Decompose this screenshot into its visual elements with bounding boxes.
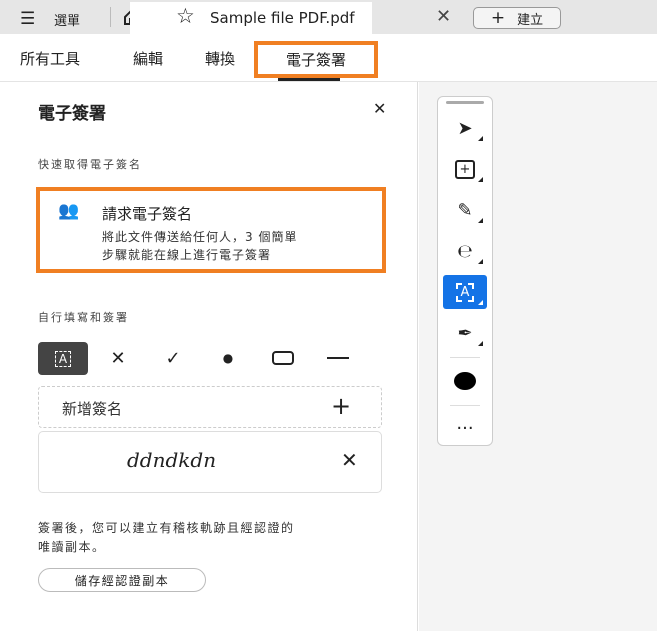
- request-desc-1: 將此文件傳送給任何人，3 個簡單: [102, 230, 298, 244]
- add-comment-icon: +: [454, 159, 476, 179]
- plus-icon: +: [331, 392, 352, 420]
- dot-tool[interactable]: ●: [205, 342, 251, 374]
- create-button[interactable]: + 建立: [473, 7, 561, 29]
- document-title: Sample file PDF.pdf: [210, 9, 355, 27]
- text-field-tool[interactable]: A: [38, 342, 88, 375]
- text-field-icon: A: [455, 282, 475, 302]
- tab-esign-label: 電子簽署: [285, 51, 346, 69]
- tab-all-tools[interactable]: 所有工具: [20, 48, 80, 69]
- sign-tool[interactable]: ✒: [443, 316, 487, 350]
- esign-panel: 電子簽署 ✕ 快速取得電子簽名 👥 請求電子簽名 將此文件傳送給任何人，3 個簡…: [0, 82, 418, 631]
- request-signature-card[interactable]: 👥 請求電子簽名 將此文件傳送給任何人，3 個簡單 步驟就能在線上進行電子簽署: [36, 187, 386, 273]
- more-tools-button[interactable]: ···: [443, 411, 487, 445]
- close-panel-icon[interactable]: ✕: [373, 99, 386, 118]
- divider: [450, 405, 480, 406]
- fill-heading: 自行填寫和簽署: [38, 311, 129, 324]
- draw-tool[interactable]: ℮: [443, 234, 487, 268]
- tab-esign[interactable]: 電子簽署: [254, 41, 378, 78]
- select-tool[interactable]: ➤: [443, 111, 487, 145]
- cursor-icon: ➤: [457, 117, 473, 139]
- highlight-tool[interactable]: ✎: [443, 193, 487, 227]
- save-certified-copy-button[interactable]: 儲存經認證副本: [38, 568, 206, 592]
- hamburger-icon[interactable]: ☰: [20, 9, 35, 29]
- check-mark-tool[interactable]: ✓: [150, 342, 196, 374]
- add-signature-button[interactable]: 新增簽名 +: [38, 386, 382, 428]
- comment-tool[interactable]: +: [443, 152, 487, 186]
- add-signature-label: 新增簽名: [62, 400, 123, 418]
- rectangle-tool[interactable]: [260, 342, 306, 374]
- delete-signature-icon[interactable]: ✕: [341, 448, 358, 472]
- panel-title: 電子簽署: [38, 104, 106, 124]
- more-icon: ···: [456, 417, 474, 439]
- drag-handle[interactable]: [446, 101, 484, 104]
- note-line-2: 唯讀副本。: [38, 540, 106, 554]
- floating-toolbar: ➤ + ✎ ℮ A ✒ ···: [437, 96, 493, 446]
- highlighter-icon: ✎: [457, 199, 473, 221]
- saved-signature[interactable]: ddndkdn ✕: [38, 431, 382, 493]
- color-swatch: [454, 372, 476, 390]
- line-tool[interactable]: [315, 342, 361, 374]
- color-picker[interactable]: [443, 364, 487, 398]
- quick-heading: 快速取得電子簽名: [38, 158, 142, 171]
- plus-icon: +: [490, 8, 506, 28]
- close-tab-icon[interactable]: ✕: [436, 6, 451, 27]
- text-field-tool-active[interactable]: A: [443, 275, 487, 309]
- cross-mark-tool[interactable]: ✕: [95, 342, 141, 374]
- active-tab-underline: [278, 78, 340, 81]
- tab-convert[interactable]: 轉換: [205, 48, 235, 69]
- text-field-icon: A: [54, 350, 72, 367]
- star-icon[interactable]: ☆: [176, 4, 195, 28]
- tool-nav: 所有工具 編輯 轉換 電子簽署: [0, 34, 657, 82]
- note-line-1: 簽署後，您可以建立有稽核軌跡且經認證的: [38, 521, 295, 535]
- pen-sign-icon: ✒: [457, 322, 473, 344]
- request-title: 請求電子簽名: [102, 205, 193, 223]
- divider: [450, 357, 480, 358]
- tab-edit[interactable]: 編輯: [133, 48, 163, 69]
- create-label: 建立: [517, 12, 544, 28]
- divider: [110, 7, 111, 27]
- signature-text: ddndkdn: [127, 448, 217, 472]
- request-desc-2: 步驟就能在線上進行電子簽署: [102, 248, 272, 262]
- freehand-icon: ℮: [457, 240, 473, 262]
- save-certified-copy-label: 儲存經認證副本: [74, 573, 170, 588]
- people-sign-icon: 👥: [58, 201, 80, 221]
- menu-label[interactable]: 選單: [54, 10, 80, 29]
- document-tab[interactable]: ☆ Sample file PDF.pdf ✕: [130, 2, 451, 34]
